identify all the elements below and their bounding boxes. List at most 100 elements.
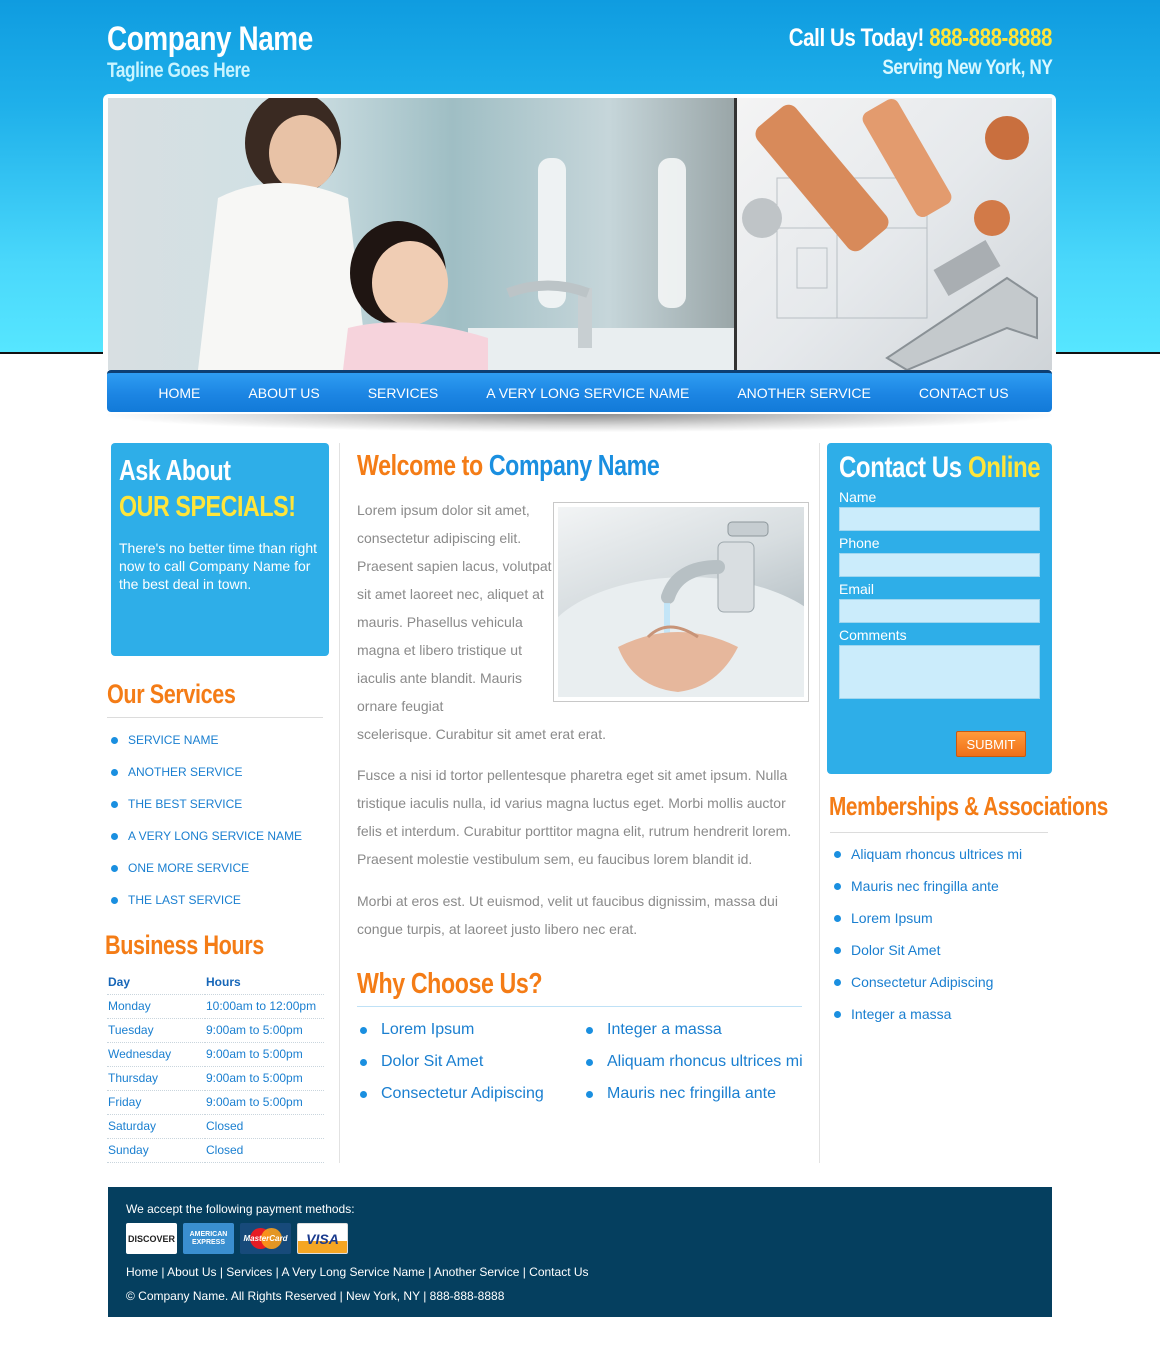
table-row: Thursday 9:00am to 5:00pm	[107, 1066, 324, 1091]
service-item[interactable]: SERVICE NAME	[111, 724, 326, 756]
welcome-prefix: Welcome to	[357, 450, 483, 482]
comments-field[interactable]	[839, 645, 1040, 699]
service-item[interactable]: A VERY LONG SERVICE NAME	[111, 820, 326, 852]
hours-day: Wednesday	[107, 1042, 205, 1067]
bullet-icon	[834, 882, 841, 890]
phone-field[interactable]	[839, 553, 1040, 577]
company-logo-name[interactable]: Company Name	[107, 20, 313, 59]
call-label: Call Us Today!	[788, 24, 925, 52]
services-divider	[107, 717, 323, 718]
contact-title-b: Online	[967, 451, 1041, 484]
nav-about-us[interactable]: ABOUT US	[224, 373, 343, 412]
list-item: Consectetur Adipiscing	[834, 966, 1022, 998]
bullet-icon	[360, 1026, 367, 1034]
nav-services[interactable]: SERVICES	[344, 373, 463, 412]
left-column-divider	[339, 443, 340, 1163]
bullet-icon	[111, 736, 118, 744]
nav-shadow	[107, 414, 1052, 432]
bullet-icon	[586, 1026, 593, 1034]
phone-label: Phone	[839, 535, 880, 551]
specials-box[interactable]: Ask About OUR SPECIALS! There's no bette…	[111, 443, 329, 656]
bullet-icon	[360, 1058, 367, 1066]
services-list: SERVICE NAME ANOTHER SERVICE THE BEST SE…	[111, 724, 326, 916]
contact-form-heading: Contact Us Online	[839, 451, 1041, 485]
service-item[interactable]: ONE MORE SERVICE	[111, 852, 326, 884]
welcome-company: Company Name	[488, 450, 660, 482]
bullet-icon	[586, 1058, 593, 1066]
table-row: Monday 10:00am to 12:00pm	[107, 994, 324, 1019]
service-label: A VERY LONG SERVICE NAME	[128, 829, 303, 843]
service-item[interactable]: ANOTHER SERVICE	[111, 756, 326, 788]
why-item-label: Integer a massa	[607, 1021, 722, 1038]
footer-link-services[interactable]: Services	[226, 1265, 272, 1279]
hours-day: Tuesday	[107, 1018, 205, 1043]
contact-form-box: Contact Us Online Name Phone Email Comme…	[827, 443, 1052, 774]
hours-time: 9:00am to 5:00pm	[205, 1090, 324, 1115]
specials-text: There's no better time than right now to…	[119, 540, 317, 592]
hours-day: Monday	[107, 994, 205, 1019]
bullet-icon	[111, 800, 118, 808]
footer-link-home[interactable]: Home	[126, 1265, 158, 1279]
service-label: THE BEST SERVICE	[128, 797, 243, 811]
intro-paragraph: Lorem ipsum dolor sit amet, consectetur …	[357, 502, 552, 714]
name-field[interactable]	[839, 507, 1040, 531]
submit-button[interactable]: SUBMIT	[956, 731, 1026, 757]
bullet-icon	[111, 768, 118, 776]
table-row: Sunday Closed	[107, 1138, 324, 1163]
specials-heading-line2: OUR SPECIALS!	[119, 491, 296, 523]
payment-cards: DISCOVER AMERICAN EXPRESS MasterCard VIS…	[126, 1223, 1034, 1254]
family-photo-illustration	[198, 98, 734, 370]
bullet-icon	[834, 978, 841, 986]
nav-long-service[interactable]: A VERY LONG SERVICE NAME	[462, 373, 713, 412]
bullet-icon	[586, 1090, 593, 1098]
why-item-label: Mauris nec fringilla ante	[607, 1085, 776, 1102]
why-list-right: Integer a massa Aliquam rhoncus ultrices…	[586, 1014, 803, 1110]
why-divider	[357, 1006, 802, 1007]
bullet-icon	[111, 864, 118, 872]
table-row: Saturday Closed	[107, 1114, 324, 1139]
contact-title-a: Contact Us	[839, 451, 962, 484]
comments-label: Comments	[839, 627, 907, 643]
service-label: THE LAST SERVICE	[128, 893, 241, 907]
list-item: Mauris nec fringilla ante	[834, 870, 1022, 902]
banner-photo-family	[108, 98, 734, 370]
service-label: SERVICE NAME	[128, 733, 219, 747]
hours-day: Friday	[107, 1090, 205, 1115]
hours-time: 10:00am to 12:00pm	[205, 994, 324, 1019]
list-item: Lorem Ipsum	[360, 1014, 544, 1046]
email-field[interactable]	[839, 599, 1040, 623]
footer-link-about[interactable]: About Us	[167, 1265, 216, 1279]
name-label: Name	[839, 489, 877, 505]
nav-contact-us[interactable]: CONTACT US	[895, 373, 1033, 412]
table-row: Wednesday 9:00am to 5:00pm	[107, 1042, 324, 1067]
visa-card-icon: VISA	[297, 1223, 348, 1254]
list-item: Dolor Sit Amet	[360, 1046, 544, 1078]
footer-link-another-service[interactable]: Another Service	[434, 1265, 519, 1279]
why-item-label: Consectetur Adipiscing	[381, 1085, 544, 1102]
bullet-icon	[111, 832, 118, 840]
bullet-icon	[360, 1090, 367, 1098]
service-item[interactable]: THE LAST SERVICE	[111, 884, 326, 916]
footer-link-long-service[interactable]: A Very Long Service Name	[281, 1265, 424, 1279]
services-heading: Our Services	[107, 679, 236, 709]
hours-time: Closed	[205, 1138, 324, 1163]
nav-another-service[interactable]: ANOTHER SERVICE	[713, 373, 895, 412]
footer: We accept the following payment methods:…	[108, 1187, 1052, 1317]
membership-label: Dolor Sit Amet	[851, 942, 941, 958]
footer-links: Home | About Us | Services | A Very Long…	[126, 1265, 589, 1279]
header-phone[interactable]: 888-888-8888	[929, 24, 1052, 52]
bullet-icon	[834, 914, 841, 922]
hours-time: 9:00am to 5:00pm	[205, 1042, 324, 1067]
call-us-text: Call Us Today! 888-888-8888	[788, 24, 1053, 53]
hero-banner	[108, 98, 1052, 370]
service-label: ANOTHER SERVICE	[128, 765, 243, 779]
intro-paragraph-end: scelerisque. Curabitur sit amet erat era…	[357, 726, 606, 742]
nav-home[interactable]: HOME	[134, 373, 224, 412]
service-item[interactable]: THE BEST SERVICE	[111, 788, 326, 820]
membership-label: Mauris nec fringilla ante	[851, 878, 999, 894]
membership-label: Integer a massa	[851, 1006, 952, 1022]
hours-day: Sunday	[107, 1138, 205, 1163]
footer-link-contact[interactable]: Contact Us	[529, 1265, 588, 1279]
why-item-label: Aliquam rhoncus ultrices mi	[607, 1053, 803, 1070]
membership-label: Aliquam rhoncus ultrices mi	[851, 846, 1023, 862]
